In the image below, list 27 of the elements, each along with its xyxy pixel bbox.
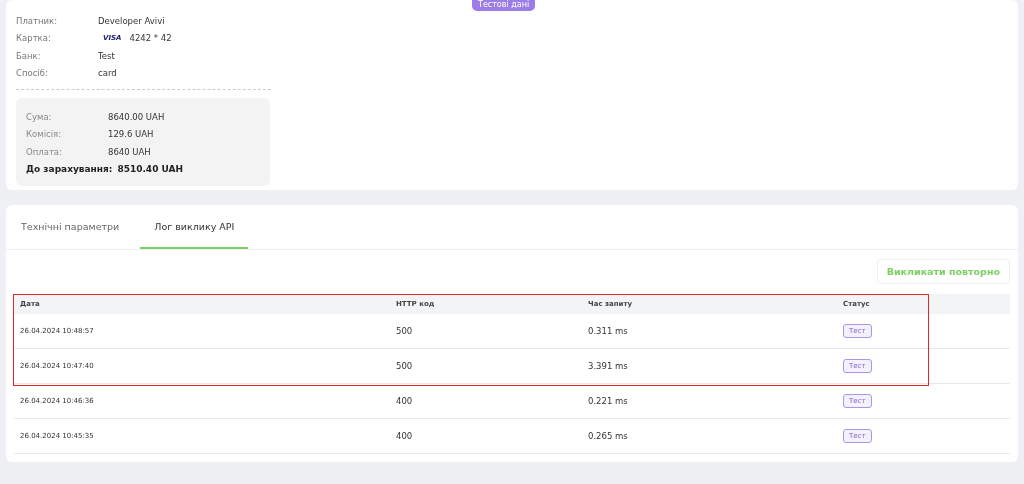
table-cell-text: 0.311 ms [587, 326, 629, 336]
detail-value: Developer Avivi [98, 15, 165, 26]
detail-label: Банк: [16, 50, 42, 61]
detail-value: Test [98, 50, 115, 61]
tab[interactable]: Технічні параметри [12, 205, 129, 249]
table-cell-text: 400 [395, 396, 414, 406]
test-data-badge: Тестові дані [472, 0, 536, 11]
table-cell-text: 0.221 ms [587, 396, 629, 406]
table-cell-text: 0.265 ms [587, 431, 629, 441]
detail-label: Картка: [16, 33, 52, 44]
summary-value: 8640 UAH [108, 146, 151, 157]
tab[interactable]: Лог виклику API [140, 205, 249, 249]
detail-label: Платник: [16, 15, 59, 26]
summary-label: Комісія: [26, 129, 63, 140]
detail-value: card [98, 68, 117, 79]
summary-value: 129.6 UAH [108, 129, 154, 140]
table-cell-text: 3.391 ms [587, 361, 629, 371]
summary-label: До зарахування: [26, 164, 113, 175]
table-cell-text: 500 [395, 326, 414, 336]
table-cell-text: 500 [395, 361, 414, 371]
summary-label: Сума: [26, 111, 53, 122]
summary-label: Оплата: [26, 146, 63, 157]
detail-value: 4242 * 42 [129, 33, 172, 44]
detail-label: Спосіб: [16, 68, 49, 79]
summary-value: 8640.00 UAH [108, 111, 165, 122]
summary-value: 8510.40 UAH [117, 164, 184, 175]
table-cell-text: 400 [395, 431, 414, 441]
